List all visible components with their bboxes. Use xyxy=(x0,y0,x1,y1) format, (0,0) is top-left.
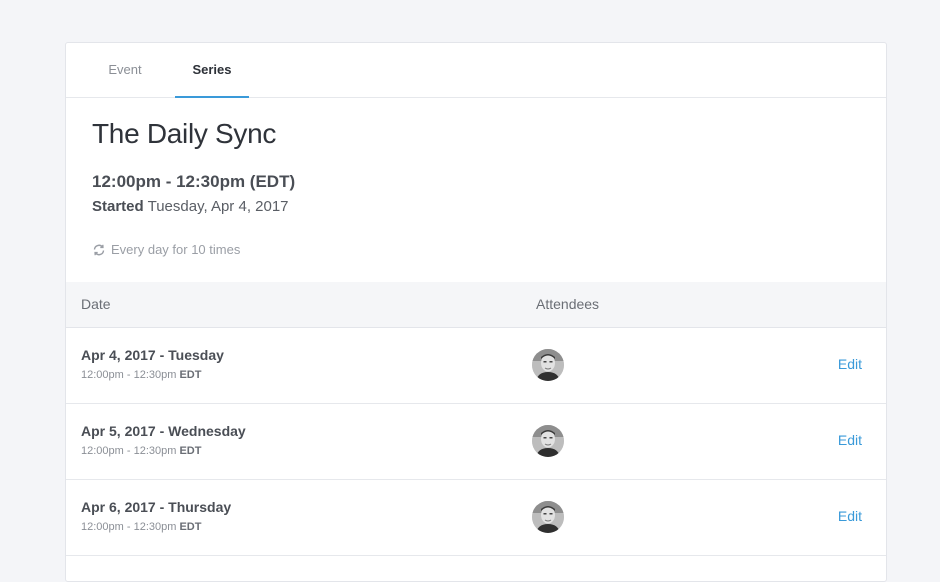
table-row: Apr 6, 2017 - Thursday 12:00pm - 12:30pm… xyxy=(66,480,886,556)
row-time: 12:00pm - 12:30pm EDT xyxy=(81,445,201,457)
tab-series[interactable]: Series xyxy=(175,43,249,98)
started-info: Started Tuesday, Apr 4, 2017 xyxy=(92,198,289,215)
started-label: Started xyxy=(92,198,144,215)
page-title: The Daily Sync xyxy=(92,118,277,149)
tab-event[interactable]: Event xyxy=(90,43,160,96)
series-header: The Daily Sync 12:00pm - 12:30pm (EDT) S… xyxy=(66,98,886,282)
row-timezone: EDT xyxy=(179,521,202,533)
edit-link[interactable]: Edit xyxy=(838,432,862,448)
attendee-avatar[interactable] xyxy=(532,349,564,381)
column-header-attendees: Attendees xyxy=(536,296,600,312)
row-time: 12:00pm - 12:30pm EDT xyxy=(81,521,201,533)
row-time: 12:00pm - 12:30pm EDT xyxy=(81,369,201,381)
row-time-range: 12:00pm - 12:30pm xyxy=(81,521,177,533)
row-date: Apr 5, 2017 - Wednesday xyxy=(81,423,246,439)
time-range: 12:00pm - 12:30pm (EDT) xyxy=(92,172,296,191)
repeat-icon xyxy=(92,243,106,257)
attendee-avatar[interactable] xyxy=(532,425,564,457)
row-timezone: EDT xyxy=(179,369,202,381)
row-date: Apr 6, 2017 - Thursday xyxy=(81,499,232,515)
started-date: Tuesday, Apr 4, 2017 xyxy=(147,198,289,215)
table-row: Apr 5, 2017 - Wednesday 12:00pm - 12:30p… xyxy=(66,404,886,480)
row-timezone: EDT xyxy=(179,445,202,457)
edit-link[interactable]: Edit xyxy=(838,356,862,372)
recurrence-text: Every day for 10 times xyxy=(111,242,241,257)
attendee-avatar[interactable] xyxy=(532,501,564,533)
table-row: Apr 4, 2017 - Tuesday 12:00pm - 12:30pm … xyxy=(66,328,886,404)
tab-bar: Event Series xyxy=(66,43,886,98)
recurrence-info: Every day for 10 times xyxy=(92,242,240,257)
table-header: Date Attendees xyxy=(66,282,886,328)
series-card: Event Series The Daily Sync 12:00pm - 12… xyxy=(65,42,887,582)
edit-link[interactable]: Edit xyxy=(838,508,862,524)
row-time-range: 12:00pm - 12:30pm xyxy=(81,445,177,457)
row-time-range: 12:00pm - 12:30pm xyxy=(81,369,177,381)
row-date: Apr 4, 2017 - Tuesday xyxy=(81,347,224,363)
column-header-date: Date xyxy=(81,296,111,312)
